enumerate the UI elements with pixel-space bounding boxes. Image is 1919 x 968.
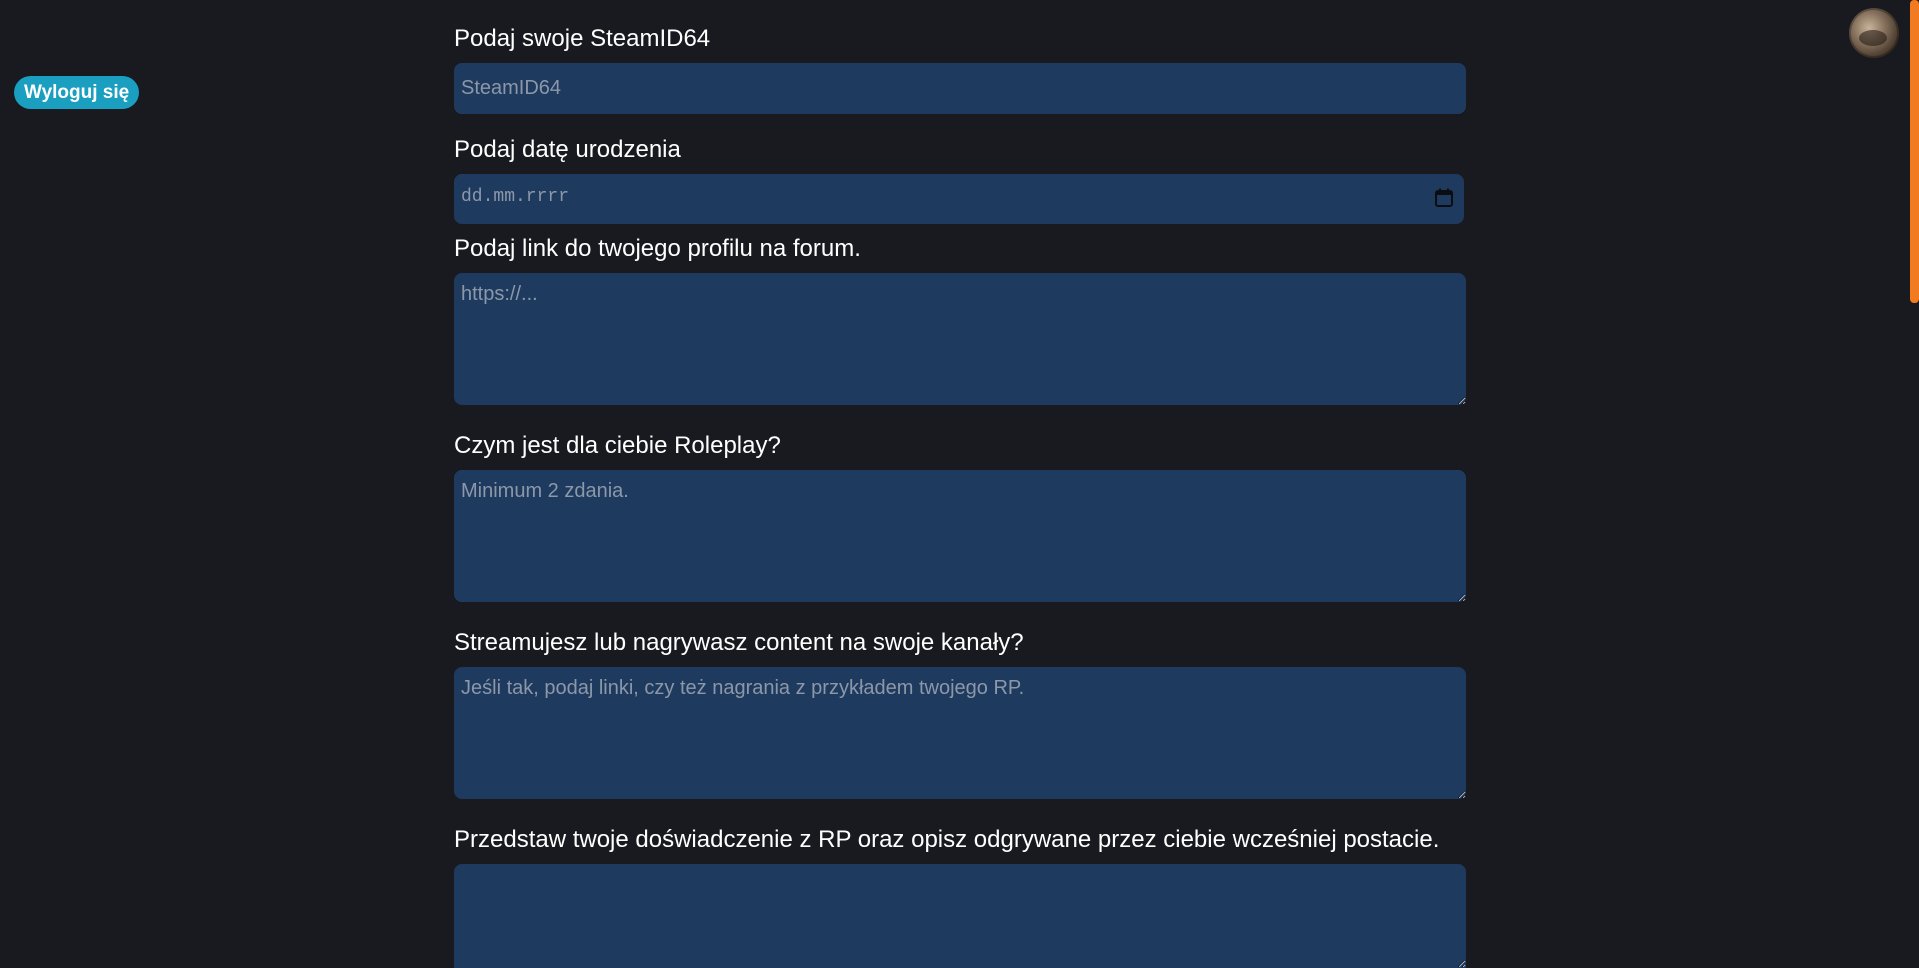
user-avatar-icon[interactable]	[1849, 8, 1899, 58]
application-form-page: Wyloguj się Podaj swoje SteamID64 Podaj …	[0, 0, 1919, 968]
streaming-textarea[interactable]	[454, 667, 1466, 799]
scrollbar-track[interactable]	[1910, 0, 1919, 968]
experience-textarea[interactable]	[454, 864, 1466, 968]
birthdate-input[interactable]: dd.mm.rrrr	[454, 174, 1464, 224]
streaming-label: Streamujesz lub nagrywasz content na swo…	[454, 629, 1024, 656]
steamid-input[interactable]	[454, 63, 1466, 114]
roleplay-label: Czym jest dla ciebie Roleplay?	[454, 432, 781, 459]
logout-button[interactable]: Wyloguj się	[14, 76, 140, 109]
steamid-label: Podaj swoje SteamID64	[454, 25, 711, 52]
experience-label: Przedstaw twoje doświadczenie z RP oraz …	[454, 826, 1440, 853]
scrollbar-thumb[interactable]	[1910, 0, 1919, 303]
birthdate-label: Podaj datę urodzenia	[454, 136, 681, 163]
calendar-icon[interactable]	[1434, 188, 1454, 208]
forum-link-label: Podaj link do twojego profilu na forum.	[454, 235, 861, 262]
forum-link-textarea[interactable]	[454, 273, 1466, 405]
birthdate-placeholder: dd.mm.rrrr	[461, 187, 570, 207]
roleplay-textarea[interactable]	[454, 470, 1466, 602]
